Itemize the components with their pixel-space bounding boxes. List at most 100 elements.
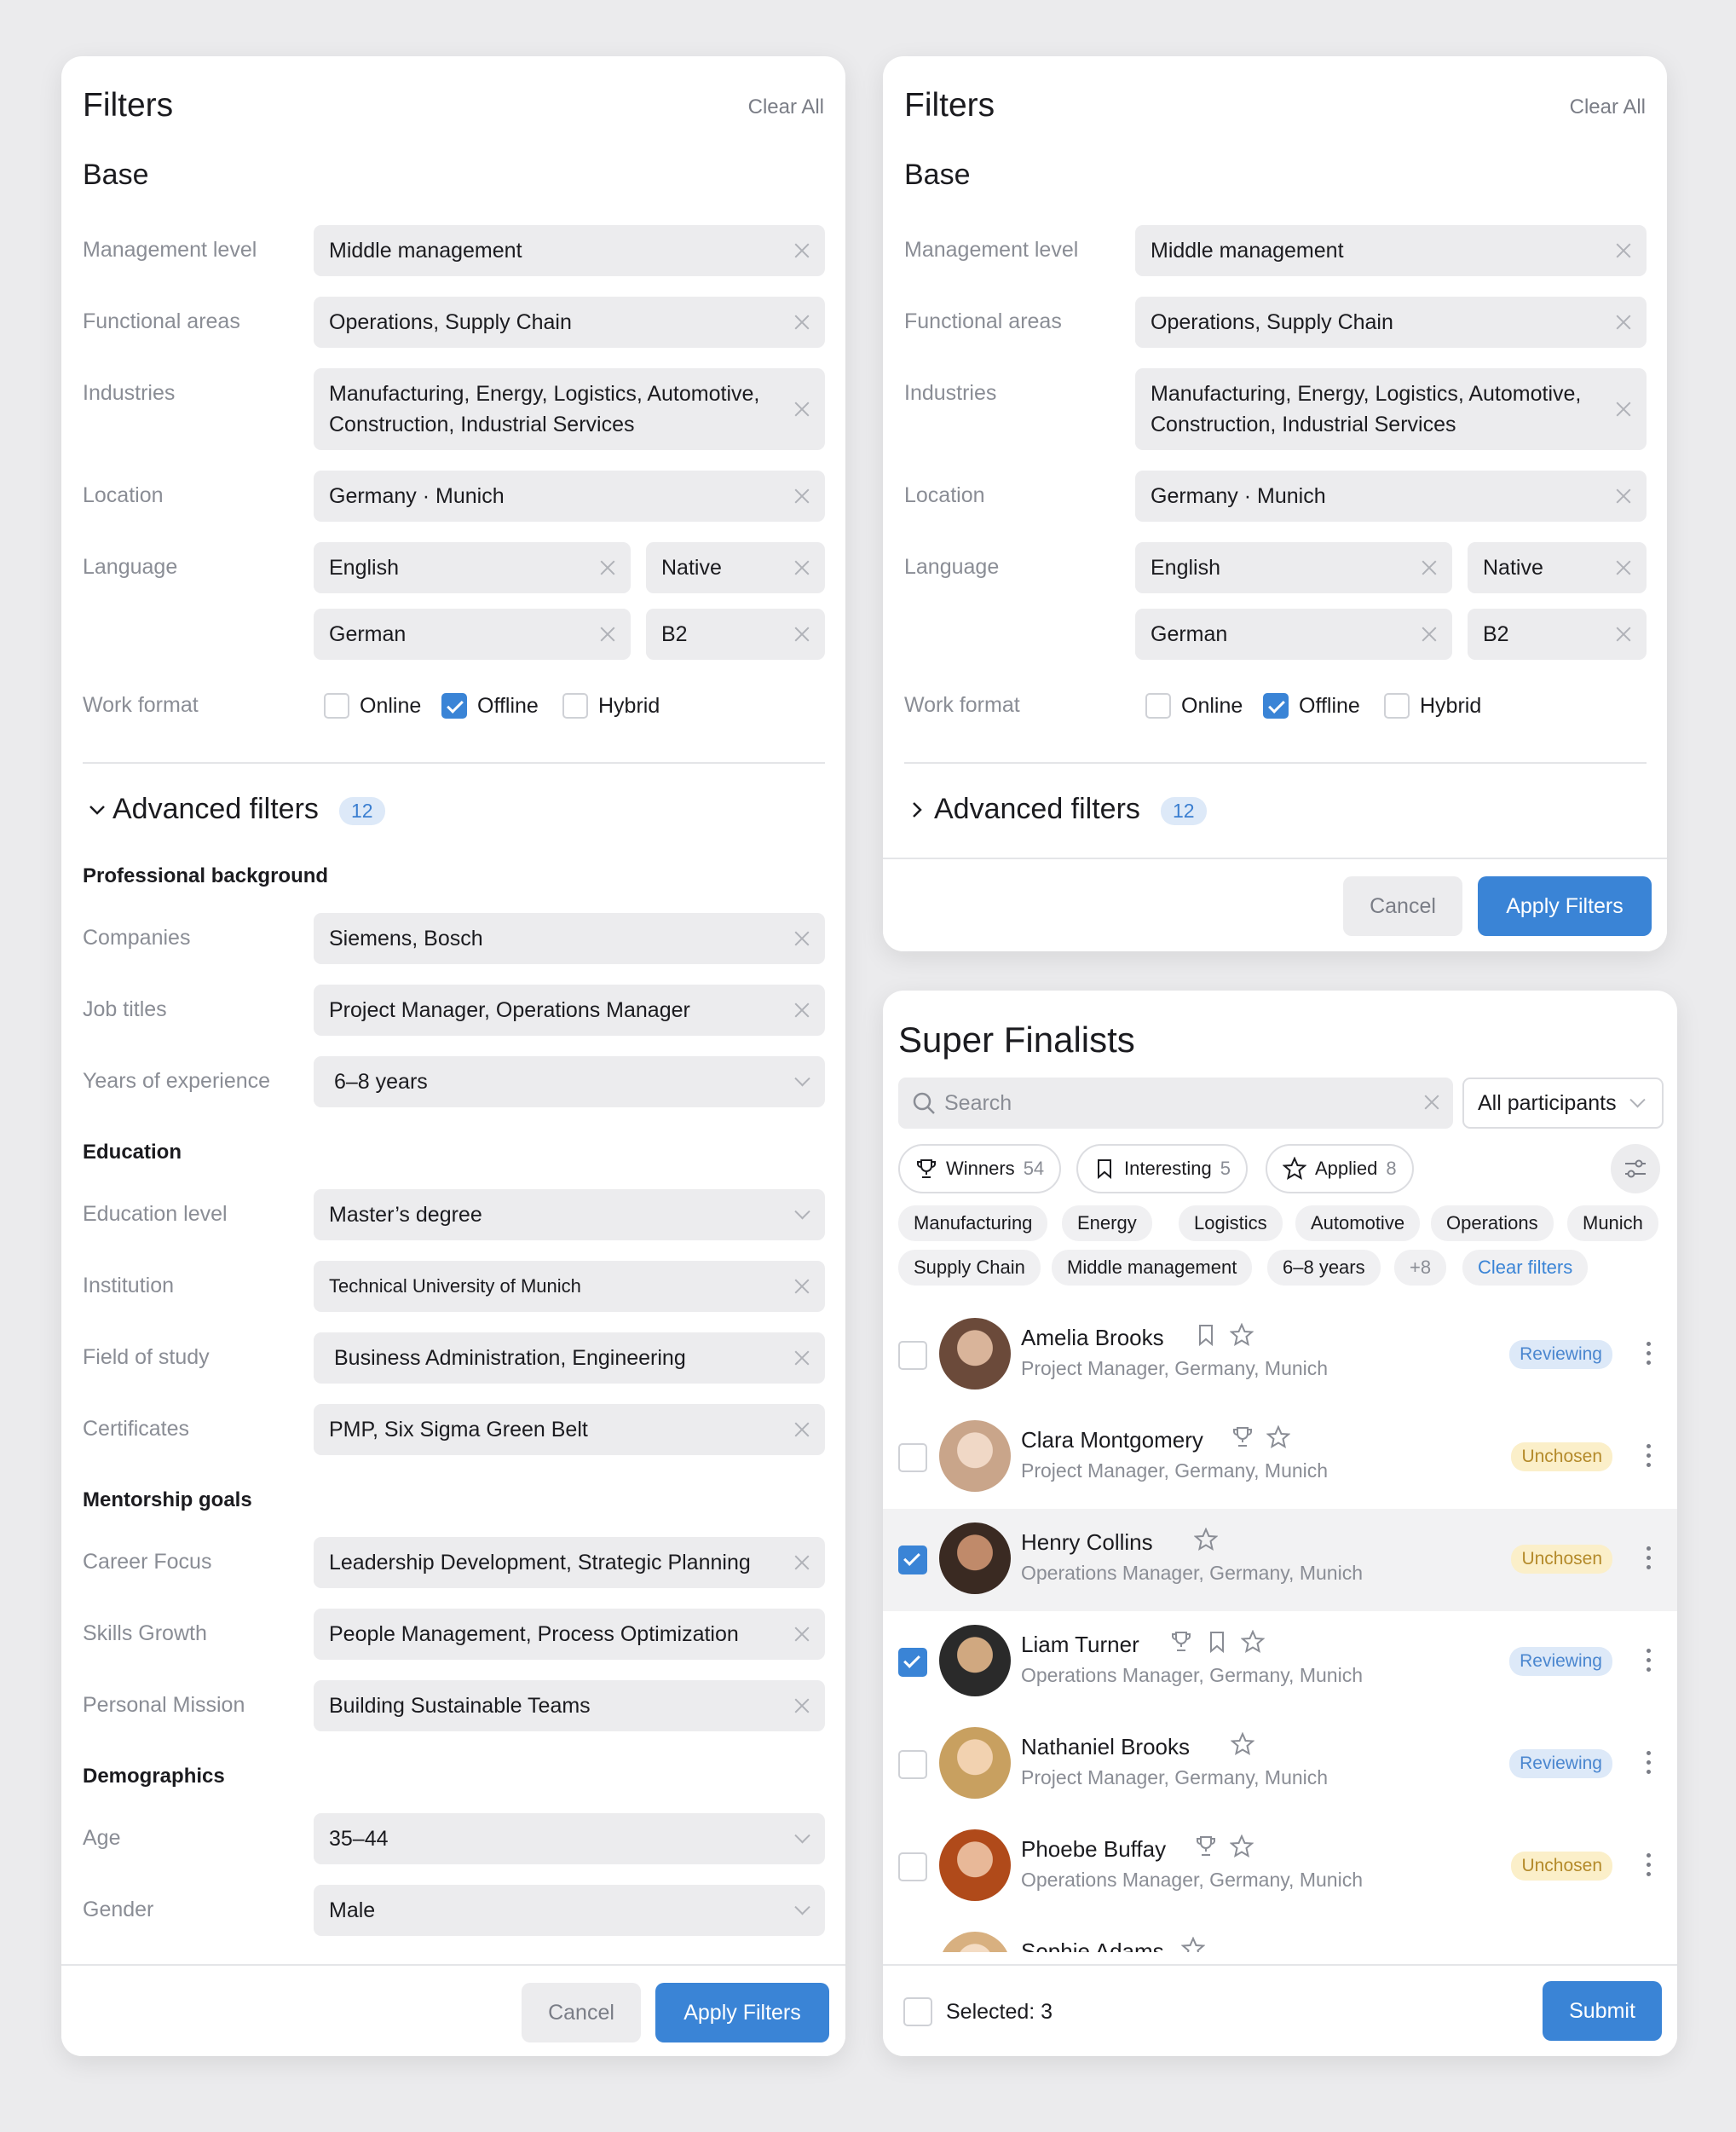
winners-filter-pill[interactable]: Winners 54 (898, 1144, 1062, 1193)
more-options-icon[interactable] (1647, 1649, 1652, 1674)
career-focus-field[interactable]: Leadership Development, Strategic Planni… (314, 1537, 825, 1588)
clear-icon[interactable] (793, 1553, 811, 1572)
hybrid-checkbox[interactable] (562, 693, 588, 719)
personal-mission-field[interactable]: Building Sustainable Teams (314, 1680, 825, 1731)
trophy-icon[interactable] (1169, 1630, 1193, 1654)
list-item[interactable]: Liam Turner Operations Manager, Germany, … (883, 1611, 1677, 1713)
active-filter-tag[interactable]: 6–8 years (1267, 1250, 1381, 1286)
clear-search-icon[interactable] (1424, 1095, 1439, 1110)
functional-areas-field[interactable]: Operations, Supply Chain (1135, 297, 1647, 348)
age-select[interactable]: 35–44 (314, 1813, 825, 1864)
language-level-field[interactable]: Native (1468, 542, 1647, 593)
star-icon[interactable] (1228, 1322, 1254, 1347)
bookmark-icon[interactable] (1205, 1630, 1229, 1654)
clear-icon[interactable] (793, 1349, 811, 1367)
active-filter-tag[interactable]: Middle management (1052, 1250, 1253, 1286)
more-options-icon[interactable] (1647, 1444, 1652, 1470)
list-item[interactable]: Amelia Brooks Project Manager, Germany, M… (883, 1304, 1677, 1407)
gender-select[interactable]: Male (314, 1885, 825, 1936)
language-field[interactable]: German (314, 609, 631, 660)
participant-name[interactable]: Liam Turner (1021, 1632, 1139, 1658)
language-level-field[interactable]: B2 (646, 609, 825, 660)
list-item[interactable]: Henry Collins Operations Manager, Germany… (883, 1509, 1677, 1611)
row-checkbox[interactable] (898, 1852, 927, 1881)
clear-icon[interactable] (1614, 625, 1633, 644)
star-icon[interactable] (1239, 1629, 1266, 1654)
advanced-filters-toggle[interactable]: Advanced filters (112, 793, 319, 826)
star-icon[interactable] (1228, 1834, 1254, 1858)
job-titles-field[interactable]: Project Manager, Operations Manager (314, 985, 825, 1036)
clear-icon[interactable] (793, 1001, 811, 1020)
clear-icon[interactable] (793, 929, 811, 948)
chevron-right-icon[interactable] (907, 800, 927, 820)
chevron-down-icon[interactable] (87, 800, 107, 820)
row-checkbox[interactable] (898, 1341, 927, 1370)
active-filter-tag[interactable]: Manufacturing (898, 1205, 1048, 1241)
location-field[interactable]: Germany · Munich (314, 471, 825, 522)
clear-icon[interactable] (793, 625, 811, 644)
more-options-icon[interactable] (1647, 1751, 1652, 1777)
star-icon[interactable] (1180, 1936, 1206, 1952)
list-item[interactable]: Phoebe Buffay Operations Manager, Germany… (883, 1816, 1677, 1918)
apply-filters-button[interactable]: Apply Filters (655, 1983, 829, 2042)
years-select[interactable]: 6–8 years (314, 1056, 825, 1107)
participant-name[interactable]: Henry Collins (1021, 1529, 1153, 1556)
cancel-button[interactable]: Cancel (522, 1983, 641, 2042)
institution-field[interactable]: Technical University of Munich (314, 1261, 825, 1312)
more-options-icon[interactable] (1647, 1342, 1652, 1367)
online-checkbox[interactable] (324, 693, 349, 719)
field-of-study-field[interactable]: Business Administration, Engineering (314, 1332, 825, 1384)
active-filter-tag[interactable]: Energy (1062, 1205, 1152, 1241)
clear-icon[interactable] (1614, 241, 1633, 260)
trophy-icon[interactable] (1231, 1425, 1254, 1449)
search-input[interactable]: Search (898, 1078, 1453, 1129)
active-filter-tag[interactable]: Automotive (1295, 1205, 1421, 1241)
functional-areas-field[interactable]: Operations, Supply Chain (314, 297, 825, 348)
certificates-field[interactable]: PMP, Six Sigma Green Belt (314, 1404, 825, 1455)
clear-icon[interactable] (793, 1696, 811, 1715)
industries-field[interactable]: Manufacturing, Energy, Logistics, Automo… (314, 368, 825, 450)
active-filter-tag[interactable]: Operations (1431, 1205, 1554, 1241)
more-tags-tag[interactable]: +8 (1394, 1250, 1447, 1286)
cancel-button[interactable]: Cancel (1343, 876, 1462, 936)
offline-checkbox[interactable] (1263, 693, 1289, 719)
participant-name[interactable]: Sophie Adams (1021, 1938, 1164, 1952)
active-filter-tag[interactable]: Logistics (1179, 1205, 1283, 1241)
location-field[interactable]: Germany · Munich (1135, 471, 1647, 522)
star-icon[interactable] (1192, 1527, 1219, 1551)
active-filter-tag[interactable]: Munich (1567, 1205, 1658, 1241)
companies-field[interactable]: Siemens, Bosch (314, 913, 825, 964)
language-level-field[interactable]: B2 (1468, 609, 1647, 660)
row-checkbox[interactable] (898, 1546, 927, 1574)
submit-button[interactable]: Submit (1543, 1981, 1662, 2041)
language-field[interactable]: English (1135, 542, 1452, 593)
trophy-icon[interactable] (1194, 1834, 1218, 1858)
active-filter-tag[interactable]: Supply Chain (898, 1250, 1041, 1286)
list-item[interactable]: Clara Montgomery Project Manager, Germany… (883, 1407, 1677, 1509)
advanced-filters-toggle[interactable]: Advanced filters (934, 793, 1140, 826)
row-checkbox[interactable] (898, 1648, 927, 1677)
participant-name[interactable]: Clara Montgomery (1021, 1427, 1203, 1453)
clear-icon[interactable] (1420, 558, 1439, 577)
management-level-field[interactable]: Middle management (1135, 225, 1647, 276)
apply-filters-button[interactable]: Apply Filters (1478, 876, 1652, 936)
language-field[interactable]: English (314, 542, 631, 593)
clear-icon[interactable] (793, 558, 811, 577)
language-level-field[interactable]: Native (646, 542, 825, 593)
education-level-select[interactable]: Master’s degree (314, 1189, 825, 1240)
clear-icon[interactable] (1614, 313, 1633, 332)
clear-icon[interactable] (793, 487, 811, 506)
online-checkbox[interactable] (1145, 693, 1171, 719)
clear-icon[interactable] (1614, 487, 1633, 506)
more-options-icon[interactable] (1647, 1546, 1652, 1572)
clear-icon[interactable] (793, 241, 811, 260)
offline-checkbox[interactable] (441, 693, 467, 719)
participant-name[interactable]: Amelia Brooks (1021, 1325, 1164, 1351)
row-checkbox[interactable] (898, 1443, 927, 1472)
select-all-checkbox[interactable] (903, 1997, 932, 2026)
skills-growth-field[interactable]: People Management, Process Optimization (314, 1609, 825, 1660)
clear-icon[interactable] (598, 625, 617, 644)
hybrid-checkbox[interactable] (1384, 693, 1410, 719)
clear-icon[interactable] (793, 400, 811, 419)
clear-all-button[interactable]: Clear All (1570, 95, 1646, 119)
